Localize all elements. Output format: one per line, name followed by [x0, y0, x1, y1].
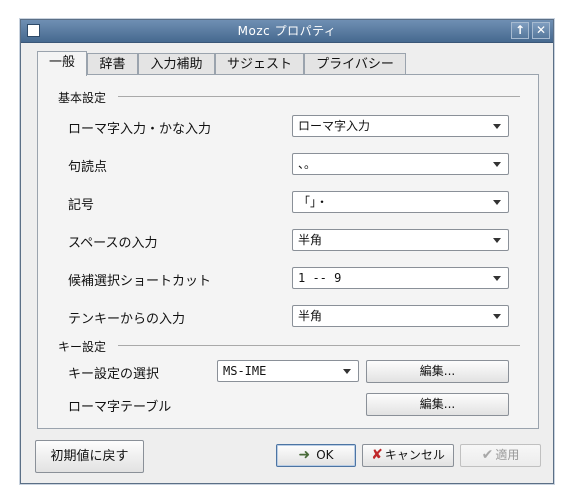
apply-button[interactable]: ✔ 適用 — [460, 444, 541, 467]
tab-suggest[interactable]: サジェスト — [215, 53, 304, 75]
key-settings-divider — [118, 345, 520, 346]
tab-input-assist[interactable]: 入力補助 — [138, 53, 215, 75]
symbol-value: 「」・ — [298, 195, 329, 209]
space-input-label: スペースの入力 — [68, 236, 158, 251]
romaji-kana-label: ローマ字入力・かな入力 — [68, 122, 212, 137]
numpad-input-label: テンキーからの入力 — [68, 312, 186, 327]
cancel-x-icon: ✘ — [371, 447, 383, 463]
mozc-properties-window: Mozc プロパティ ↑ ✕ 一般 辞書 入力補助 サジェスト プライバシー 基… — [20, 19, 554, 484]
window-title: Mozc プロパティ — [237, 24, 337, 38]
key-settings-title: キー設定 — [58, 340, 107, 354]
punctuation-select[interactable]: 、。 — [292, 153, 509, 175]
cancel-label: キャンセル — [384, 448, 445, 462]
numpad-input-select[interactable]: 半角 — [292, 305, 509, 327]
romaji-table-label: ローマ字テーブル — [68, 400, 172, 415]
candidate-shortcut-value: 1 -- 9 — [298, 271, 342, 285]
candidate-shortcut-select[interactable]: 1 -- 9 — [292, 267, 509, 289]
title-bar[interactable]: Mozc プロパティ ↑ ✕ — [21, 20, 553, 43]
keymap-select-label: キー設定の選択 — [68, 367, 160, 382]
chevron-down-icon — [493, 200, 501, 205]
chevron-down-icon — [493, 276, 501, 281]
romaji-kana-value: ローマ字入力 — [298, 119, 371, 133]
romaji-table-edit-button[interactable]: 編集... — [366, 393, 509, 416]
space-input-select[interactable]: 半角 — [292, 229, 509, 251]
keymap-edit-button[interactable]: 編集... — [366, 360, 509, 383]
tab-dictionary[interactable]: 辞書 — [87, 53, 138, 75]
romaji-kana-select[interactable]: ローマ字入力 — [292, 115, 509, 137]
general-panel: 基本設定 ローマ字入力・かな入力 ローマ字入力 句読点 、。 記号 「」・ スペ… — [37, 74, 539, 429]
numpad-input-value: 半角 — [298, 309, 323, 323]
symbol-select[interactable]: 「」・ — [292, 191, 509, 213]
shade-button[interactable]: ↑ — [511, 22, 529, 39]
close-button[interactable]: ✕ — [532, 22, 550, 39]
chevron-down-icon — [493, 238, 501, 243]
chevron-down-icon — [343, 369, 351, 374]
basic-settings-title: 基本設定 — [58, 91, 107, 105]
chevron-down-icon — [493, 162, 501, 167]
candidate-shortcut-label: 候補選択ショートカット — [68, 274, 212, 289]
ok-button[interactable]: ➜ OK — [276, 444, 356, 467]
apply-check-icon: ✔ — [481, 447, 494, 463]
keymap-value: MS-IME — [223, 364, 267, 378]
punctuation-value: 、。 — [298, 157, 317, 171]
ok-label: OK — [316, 448, 334, 462]
symbol-label: 記号 — [68, 198, 95, 213]
chevron-down-icon — [493, 124, 501, 129]
tab-general[interactable]: 一般 — [37, 51, 87, 76]
keymap-select[interactable]: MS-IME — [217, 360, 359, 382]
basic-settings-divider — [118, 96, 520, 97]
cancel-button[interactable]: ✘ キャンセル — [362, 444, 454, 467]
punctuation-label: 句読点 — [68, 160, 108, 175]
chevron-down-icon — [493, 314, 501, 319]
space-input-value: 半角 — [298, 233, 323, 247]
tab-privacy[interactable]: プライバシー — [304, 53, 406, 75]
reset-defaults-button[interactable]: 初期値に戻す — [35, 440, 144, 473]
ok-check-icon: ➜ — [298, 447, 311, 463]
apply-label: 適用 — [495, 448, 520, 462]
